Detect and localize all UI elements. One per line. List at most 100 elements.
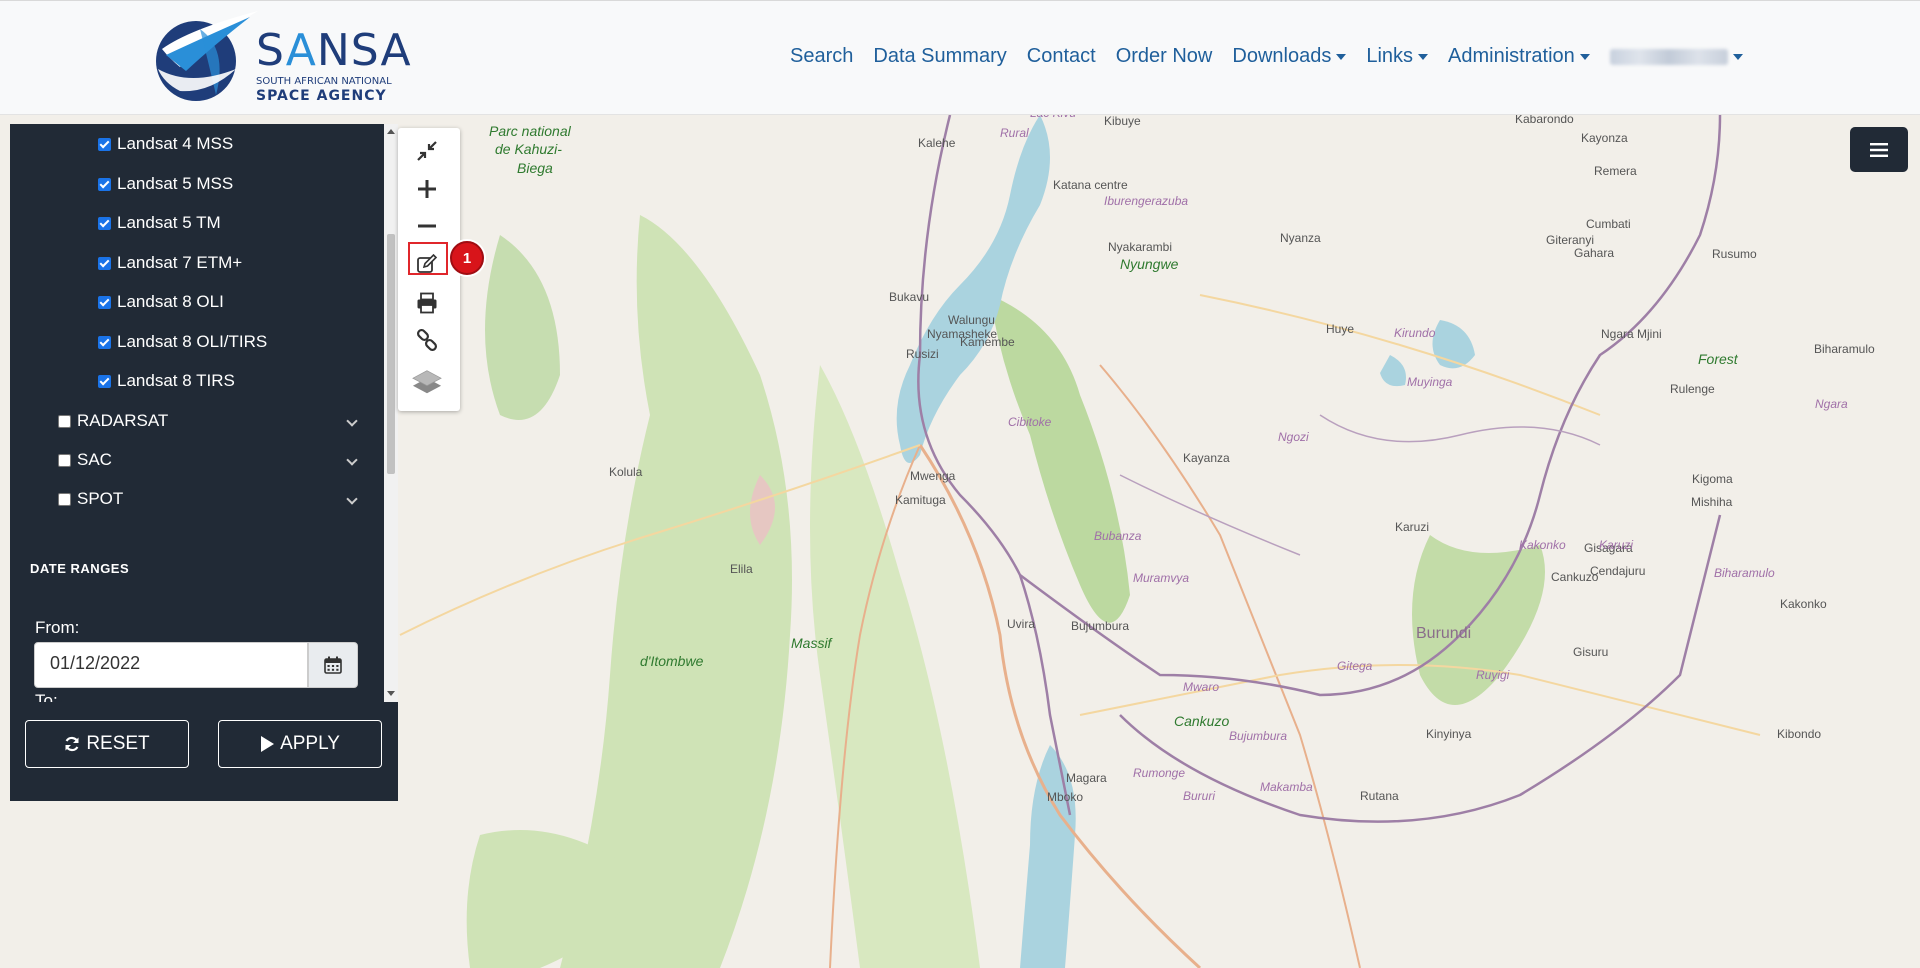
print-button[interactable] — [412, 288, 442, 318]
group-checkbox[interactable] — [58, 492, 71, 506]
map-place-label: Rusizi — [906, 347, 939, 361]
sensor-checkbox[interactable] — [98, 216, 111, 230]
group-label: SPOT — [77, 489, 124, 508]
date-ranges-title: DATE RANGES — [30, 561, 130, 576]
sensor-filter-item[interactable]: Landsat 7 ETM+ — [98, 253, 242, 273]
from-date-input[interactable]: 01/12/2022 — [34, 642, 308, 688]
zoom-out-button[interactable] — [412, 211, 442, 241]
nav-label: Order Now — [1115, 45, 1213, 67]
nav-links[interactable]: Links — [1366, 45, 1429, 68]
brand-letters-nsa: NSA — [316, 25, 412, 76]
sensor-filter-item[interactable]: Landsat 8 TIRS — [98, 371, 235, 391]
zoom-in-button[interactable] — [412, 174, 442, 204]
sensor-checkbox[interactable] — [98, 137, 111, 151]
filter-scrollbar[interactable] — [384, 124, 398, 702]
sansa-logo-mark — [156, 11, 258, 101]
from-calendar-button[interactable] — [308, 642, 358, 688]
group-checkbox[interactable] — [58, 453, 71, 467]
map-place-label: Bururi — [1183, 789, 1216, 803]
scroll-up-arrow-icon[interactable] — [387, 129, 395, 134]
chevron-down-icon[interactable] — [346, 493, 358, 505]
sensor-checkbox[interactable] — [98, 295, 111, 309]
filter-list[interactable]: DATE RANGES From: 01/12/2022 To: Landsat… — [10, 124, 382, 702]
nav-search[interactable]: Search — [790, 45, 853, 68]
nav-downloads[interactable]: Downloads — [1232, 45, 1347, 68]
scroll-thumb[interactable] — [387, 234, 395, 474]
map-place-label: Burundi — [1416, 625, 1472, 642]
nav-label: Search — [790, 45, 854, 67]
map-place-label: Bubanza — [1094, 529, 1142, 543]
reset-label: RESET — [86, 733, 150, 754]
nav-label: Links — [1366, 45, 1414, 67]
layers-button[interactable] — [412, 366, 442, 396]
map-place-label: Biharamulo — [1814, 342, 1875, 356]
sensor-checkbox[interactable] — [98, 256, 111, 270]
map-place-label: Bujumbura — [1071, 619, 1130, 633]
apply-button[interactable]: APPLY — [218, 720, 382, 768]
sansa-logo[interactable]: SANSA SOUTH AFRICAN NATIONAL SPACE AGENC… — [150, 9, 411, 107]
satellite-group-sac[interactable]: SAC — [58, 450, 112, 470]
sensor-filter-item[interactable]: Landsat 8 OLI/TIRS — [98, 332, 267, 352]
map-place-label: Biega — [517, 160, 553, 176]
sensor-checkbox[interactable] — [98, 335, 111, 349]
nav-administration[interactable]: Administration — [1448, 45, 1590, 68]
sensor-filter-item[interactable]: Landsat 4 MSS — [98, 134, 233, 154]
chevron-down-icon[interactable] — [346, 454, 358, 466]
reset-button[interactable]: RESET — [25, 720, 189, 768]
sensor-filter-item[interactable]: Landsat 5 TM — [98, 213, 221, 233]
map-place-label: Iburengerazuba — [1104, 194, 1189, 208]
nav-data-summary[interactable]: Data Summary — [873, 45, 1006, 68]
group-checkbox[interactable] — [58, 414, 71, 428]
map-place-label: Kabarondo — [1515, 115, 1574, 126]
search-filter-panel: DATE RANGES From: 01/12/2022 To: Landsat… — [10, 124, 398, 801]
map-place-label: Kakonko — [1780, 597, 1827, 611]
map-place-label: Huye — [1326, 322, 1355, 336]
share-link-button[interactable] — [412, 325, 442, 355]
nav-label: Contact — [1026, 45, 1096, 67]
map-place-label: Rural — [1000, 126, 1029, 140]
sensor-filter-item[interactable]: Landsat 8 OLI — [98, 292, 224, 312]
map-place-label: Giteranyi — [1546, 233, 1595, 247]
hamburger-menu-button[interactable] — [1850, 127, 1908, 172]
map-place-label: Kamituga — [895, 493, 946, 507]
user-menu[interactable] — [1609, 45, 1743, 68]
sensor-checkbox[interactable] — [98, 177, 111, 191]
map-place-label: Rulenge — [1670, 382, 1715, 396]
refresh-icon — [65, 736, 79, 752]
sensor-label: Landsat 8 OLI/TIRS — [117, 332, 268, 351]
caret-down-icon — [1732, 53, 1743, 60]
sensor-label: Landsat 4 MSS — [117, 134, 234, 153]
collapse-button[interactable] — [412, 136, 442, 166]
scroll-down-arrow-icon[interactable] — [387, 691, 395, 696]
map-place-label: Rusumo — [1712, 247, 1757, 261]
sensor-checkbox[interactable] — [98, 374, 111, 388]
layers-icon — [412, 370, 442, 394]
sensor-filter-item[interactable]: Landsat 5 MSS — [98, 174, 233, 194]
satellite-group-spot[interactable]: SPOT — [58, 489, 123, 509]
map-place-label: Parc national — [489, 123, 571, 139]
map-place-label: Karuzi — [1395, 520, 1430, 534]
map-place-label: Ngara — [1815, 397, 1848, 411]
map-place-label: Kirundo — [1394, 326, 1436, 340]
map-place-label: Rumonge — [1133, 766, 1186, 780]
nav-label: Data Summary — [873, 45, 1007, 67]
map-place-label: Gisuru — [1573, 645, 1609, 659]
logo-text: SANSA SOUTH AFRICAN NATIONAL SPACE AGENC… — [256, 29, 412, 105]
map-place-label: Kibuye — [1104, 115, 1141, 128]
chevron-down-icon[interactable] — [346, 415, 358, 427]
map-place-label: Rutana — [1360, 789, 1399, 803]
satellite-group-radarsat[interactable]: RADARSAT — [58, 411, 168, 431]
sensor-label: Landsat 5 MSS — [117, 174, 234, 193]
to-label: To: — [35, 691, 58, 702]
map-place-label: Makamba — [1260, 780, 1313, 794]
map-place-label: Walungu — [948, 313, 995, 327]
nav-order-now[interactable]: Order Now — [1116, 45, 1213, 68]
nav-contact[interactable]: Contact — [1027, 45, 1096, 68]
map-place-label: Ruyigi — [1476, 668, 1510, 682]
map-place-label: Gahara — [1574, 246, 1615, 260]
brand-subtitle: SOUTH AFRICAN NATIONAL — [256, 76, 392, 87]
map-place-label: Mwenga — [910, 469, 956, 483]
map-place-label: Ngozi — [1278, 430, 1309, 444]
sensor-label: Landsat 5 TM — [117, 213, 221, 232]
sensor-label: Landsat 8 TIRS — [117, 371, 235, 390]
